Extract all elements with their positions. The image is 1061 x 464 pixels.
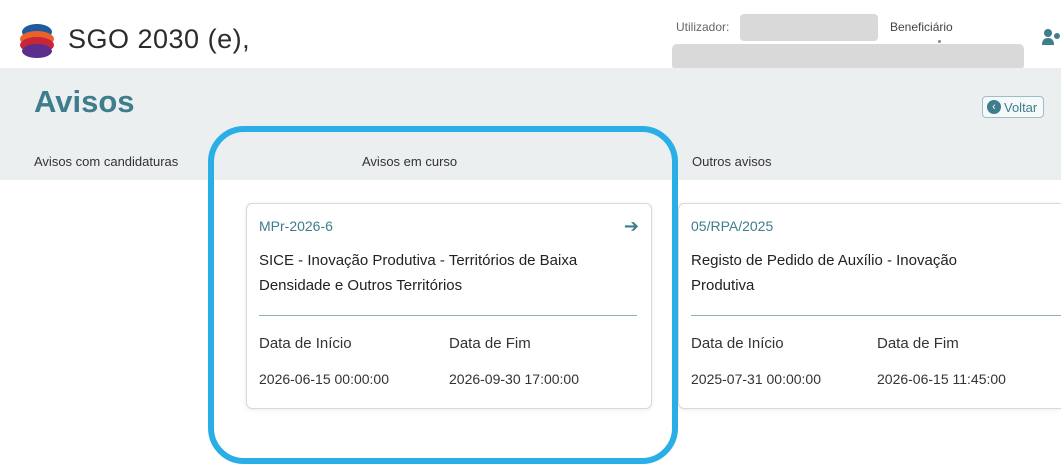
end-date-label: Data de Fim bbox=[449, 335, 531, 352]
notice-card[interactable]: MPr-2026-6 ➔ SICE - Inovação Produtiva -… bbox=[246, 203, 652, 409]
back-circle-icon: ‹ bbox=[987, 100, 1001, 114]
notice-card[interactable]: 05/RPA/2025 Registo de Pedido de Auxílio… bbox=[678, 203, 1061, 409]
top-bar: SGO 2030 (e), Utilizador: Beneficiário bbox=[0, 0, 1061, 70]
user-name-redacted bbox=[740, 14, 878, 41]
start-date-value: 2026-06-15 00:00:00 bbox=[259, 371, 389, 387]
tab-outros-avisos[interactable]: Outros avisos bbox=[692, 154, 771, 169]
app-title: SGO 2030 (e), bbox=[68, 24, 251, 54]
user-icon[interactable] bbox=[1042, 28, 1061, 46]
notice-code[interactable]: 05/RPA/2025 bbox=[691, 218, 773, 234]
start-date-value: 2025-07-31 00:00:00 bbox=[691, 371, 821, 387]
end-date-value: 2026-06-15 11:45:00 bbox=[877, 371, 1006, 387]
notice-code[interactable]: MPr-2026-6 bbox=[259, 218, 333, 234]
card-divider bbox=[259, 315, 637, 316]
start-date-label: Data de Início bbox=[691, 335, 784, 352]
page-title: Avisos bbox=[34, 84, 135, 119]
notice-title: Registo de Pedido de Auxílio - Inovação … bbox=[691, 252, 958, 294]
end-date-value: 2026-09-30 17:00:00 bbox=[449, 371, 579, 387]
tab-avisos-em-curso[interactable]: Avisos em curso bbox=[362, 154, 457, 169]
beneficiary-dot bbox=[938, 40, 941, 43]
logo-icon bbox=[20, 24, 54, 58]
end-date-label: Data de Fim bbox=[877, 335, 959, 352]
beneficiary-label: Beneficiário bbox=[890, 20, 953, 34]
notice-title: SICE - Inovação Produtiva - Territórios … bbox=[259, 252, 578, 294]
beneficiary-select-redacted[interactable] bbox=[672, 44, 1024, 70]
tab-avisos-com-candidaturas[interactable]: Avisos com candidaturas bbox=[34, 154, 178, 169]
card-divider bbox=[691, 315, 1061, 316]
back-button-label: Voltar bbox=[1004, 99, 1038, 115]
user-label: Utilizador: bbox=[676, 20, 730, 34]
start-date-label: Data de Início bbox=[259, 335, 352, 352]
arrow-right-icon[interactable]: ➔ bbox=[624, 216, 639, 237]
back-button[interactable]: ‹ Voltar bbox=[982, 96, 1045, 118]
